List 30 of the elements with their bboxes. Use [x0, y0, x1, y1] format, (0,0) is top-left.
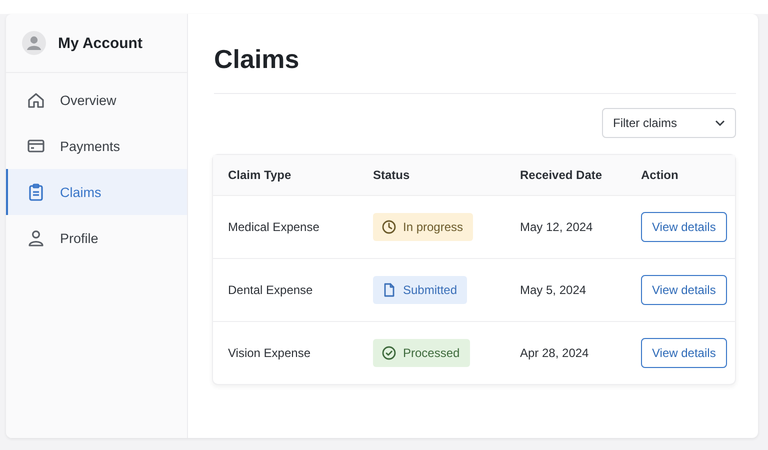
column-header: Claim Type: [228, 168, 292, 182]
account-title: My Account: [58, 34, 142, 52]
chevron-down-icon: [715, 120, 725, 126]
status-badge: Processed: [373, 339, 470, 367]
sidebar-item[interactable]: Overview: [6, 77, 187, 123]
check-circle-icon: [381, 345, 397, 361]
table-cell-text: Vision Expense: [228, 346, 312, 360]
table-cell-text: May 12, 2024: [520, 220, 594, 234]
column-header: Received Date: [520, 168, 604, 182]
table-cell-text: Dental Expense: [228, 283, 314, 297]
person-icon: [26, 228, 46, 248]
table-cell-text: Medical Expense: [228, 220, 320, 234]
view-details-button[interactable]: View details: [641, 212, 727, 242]
home-icon: [26, 90, 46, 110]
column-header: Status: [373, 168, 411, 182]
sidebar-item[interactable]: Claims: [6, 169, 187, 215]
clock-icon: [381, 219, 397, 235]
avatar-icon: [22, 31, 46, 55]
table-cell-text: May 5, 2024: [520, 283, 588, 297]
page-title: Claims: [214, 44, 736, 94]
view-details-button[interactable]: View details: [641, 338, 727, 368]
status-badge: Submitted: [373, 276, 468, 304]
sidebar-item[interactable]: Profile: [6, 215, 187, 261]
table-cell-text: Apr 28, 2024: [520, 346, 590, 360]
column-header: Action: [641, 168, 680, 182]
status-badge: In progress: [373, 213, 474, 241]
view-details-button[interactable]: View details: [641, 275, 727, 305]
clipboard-icon: [26, 182, 46, 202]
sidebar-item[interactable]: Payments: [6, 123, 187, 169]
filter-dropdown[interactable]: Filter claims: [602, 108, 736, 138]
